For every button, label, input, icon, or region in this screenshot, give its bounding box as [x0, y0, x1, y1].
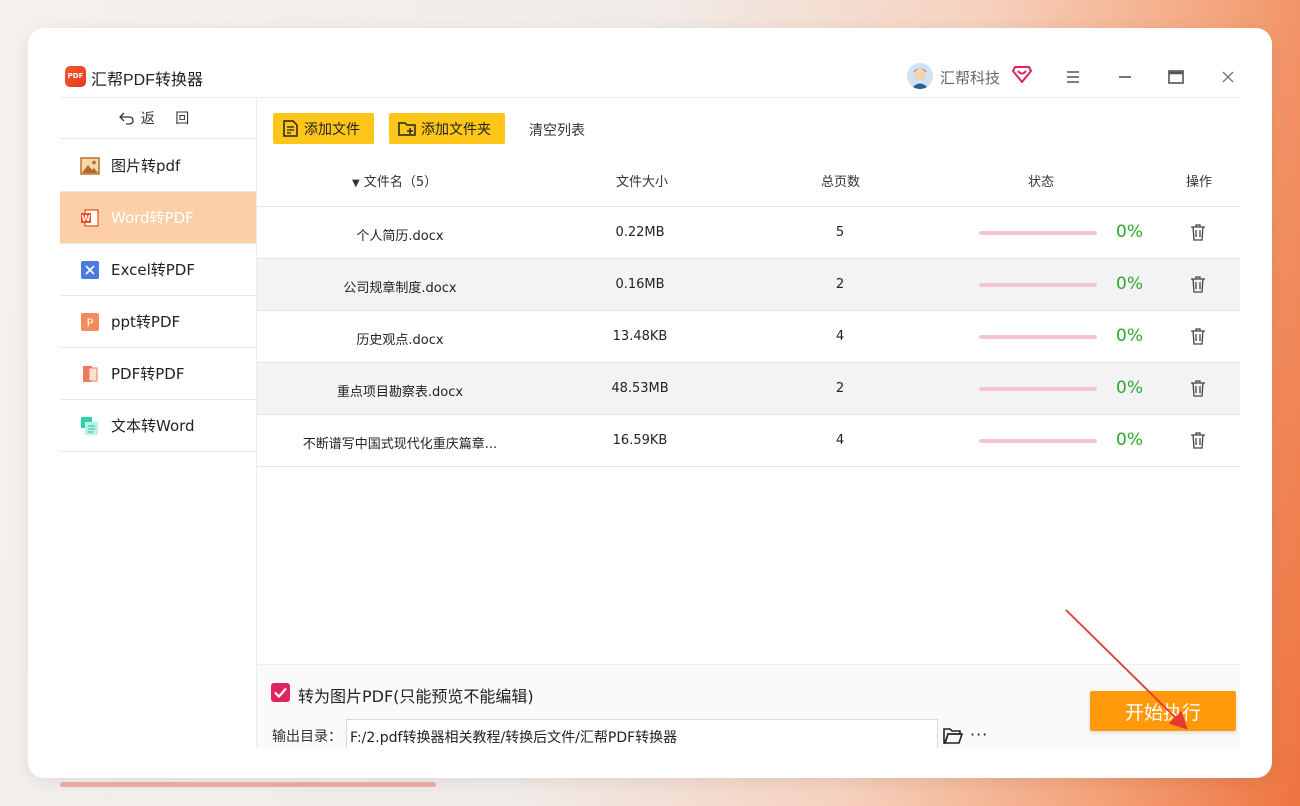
annotation-arrow-icon: [1065, 609, 1188, 730]
add-folder-button[interactable]: 添加文件夹: [389, 113, 505, 144]
page-count: 4: [835, 329, 845, 344]
size-column-header: 文件大小: [616, 175, 669, 190]
app-title: 汇帮PDF转换器: [91, 72, 204, 89]
close-icon[interactable]: [1219, 68, 1237, 86]
file-size: 48.53MB: [611, 381, 669, 396]
add-folder-label: 添加文件夹: [421, 121, 491, 138]
progress-percent: 0%: [1116, 326, 1143, 346]
svg-text:W: W: [82, 214, 91, 223]
file-name: 历史观点.docx: [356, 333, 444, 348]
file-name: 重点项目勘察表.docx: [336, 385, 464, 400]
sidebar-item-excel-to-pdf[interactable]: Excel转PDF: [60, 244, 256, 296]
file-size: 16.59KB: [612, 433, 668, 448]
svg-text:P: P: [87, 316, 94, 329]
add-file-icon: [283, 120, 298, 137]
menu-icon[interactable]: [1064, 68, 1082, 86]
status-column-header: 状态: [1028, 175, 1055, 190]
open-folder-icon[interactable]: [943, 727, 963, 744]
sidebar-item-image-to-pdf[interactable]: 图片转pdf: [60, 140, 256, 192]
minimize-icon[interactable]: [1116, 68, 1134, 86]
progress-bar: [979, 283, 1097, 287]
progress-percent: 0%: [1116, 274, 1143, 294]
delete-icon[interactable]: [1190, 432, 1206, 449]
filename-column-header[interactable]: ▼ 文件名（5）: [352, 171, 437, 190]
sidebar-item-text-to-word[interactable]: 文本转Word: [60, 400, 256, 452]
user-avatar[interactable]: [907, 63, 933, 89]
table-row[interactable]: 不断谱写中国式现代化重庆篇章... 16.59KB 4 0%: [257, 415, 1240, 467]
back-arrow-icon: [118, 112, 134, 125]
page-count: 4: [835, 433, 845, 448]
horizontal-scrollbar[interactable]: [60, 782, 436, 787]
more-options-icon[interactable]: ···: [970, 725, 988, 744]
sidebar-item-label: Word转PDF: [111, 209, 194, 227]
pdf-icon: [83, 365, 98, 382]
file-size: 13.48KB: [612, 329, 668, 344]
output-dir-field[interactable]: F:/2.pdf转换器相关教程/转换后文件/汇帮PDF转换器: [346, 719, 938, 748]
sidebar-item-label: PDF转PDF: [111, 365, 185, 383]
app-logo-icon: PDF: [65, 66, 86, 87]
text-icon: [81, 416, 98, 435]
clear-list-button[interactable]: 清空列表: [529, 120, 585, 140]
progress-bar: [979, 335, 1097, 339]
sidebar-item-ppt-to-pdf[interactable]: P ppt转PDF: [60, 296, 256, 348]
checkmark-icon: [274, 687, 287, 699]
sidebar-item-label: 文本转Word: [111, 417, 195, 435]
filename-header-label: 文件名（5）: [363, 175, 438, 190]
back-button[interactable]: 返 回: [60, 98, 256, 139]
page-count: 2: [835, 381, 845, 396]
sidebar-item-label: 图片转pdf: [111, 157, 181, 175]
back-label: 返 回: [140, 111, 198, 127]
file-name: 公司规章制度.docx: [343, 281, 457, 296]
output-dir-label: 输出目录：: [272, 729, 342, 745]
delete-icon[interactable]: [1190, 380, 1206, 397]
progress-bar: [979, 231, 1097, 235]
image-pdf-label[interactable]: 转为图片PDF(只能预览不能编辑): [298, 683, 534, 707]
page-count: 2: [835, 277, 845, 292]
word-icon: W: [81, 208, 99, 227]
delete-icon[interactable]: [1190, 224, 1206, 241]
delete-icon[interactable]: [1190, 276, 1206, 293]
sidebar-item-label: ppt转PDF: [111, 313, 181, 331]
file-size: 0.16MB: [615, 277, 665, 292]
add-folder-icon: [398, 122, 416, 136]
ppt-icon: P: [81, 312, 99, 331]
image-pdf-checkbox[interactable]: [271, 683, 290, 702]
delete-icon[interactable]: [1190, 328, 1206, 345]
sidebar-item-word-to-pdf[interactable]: W Word转PDF: [60, 192, 256, 244]
excel-icon: [81, 260, 99, 279]
progress-bar: [979, 439, 1097, 443]
action-column-header: 操作: [1186, 175, 1213, 190]
table-row[interactable]: 历史观点.docx 13.48KB 4 0%: [257, 311, 1240, 363]
progress-bar: [979, 387, 1097, 391]
sidebar: 返 回 图片转pdf W Word转PDF Excel转PDF P ppt转PD…: [60, 98, 257, 748]
image-icon: [80, 156, 100, 175]
table-row[interactable]: 公司规章制度.docx 0.16MB 2 0%: [257, 259, 1240, 311]
app-window: PDF 汇帮PDF转换器 汇帮科技 返 回 图片转pdf W Word转PDF …: [60, 58, 1240, 748]
user-name[interactable]: 汇帮科技: [940, 67, 1000, 88]
sidebar-item-pdf-to-pdf[interactable]: PDF转PDF: [60, 348, 256, 400]
file-name: 个人简历.docx: [356, 229, 444, 244]
sidebar-item-label: Excel转PDF: [111, 261, 195, 279]
sort-down-icon: ▼: [352, 178, 360, 189]
maximize-icon[interactable]: [1167, 68, 1185, 86]
add-file-button[interactable]: 添加文件: [273, 113, 374, 144]
title-bar: PDF 汇帮PDF转换器 汇帮科技: [60, 58, 1240, 98]
file-name: 不断谱写中国式现代化重庆篇章...: [302, 437, 498, 452]
progress-percent: 0%: [1116, 378, 1143, 398]
progress-percent: 0%: [1116, 222, 1143, 242]
file-size: 0.22MB: [615, 225, 665, 240]
table-row[interactable]: 重点项目勘察表.docx 48.53MB 2 0%: [257, 363, 1240, 415]
vip-heart-icon[interactable]: [1012, 64, 1032, 84]
progress-percent: 0%: [1116, 430, 1143, 450]
table-row[interactable]: 个人简历.docx 0.22MB 5 0%: [257, 207, 1240, 259]
pages-column-header: 总页数: [821, 175, 861, 190]
page-count: 5: [835, 225, 845, 240]
add-file-label: 添加文件: [304, 121, 360, 138]
